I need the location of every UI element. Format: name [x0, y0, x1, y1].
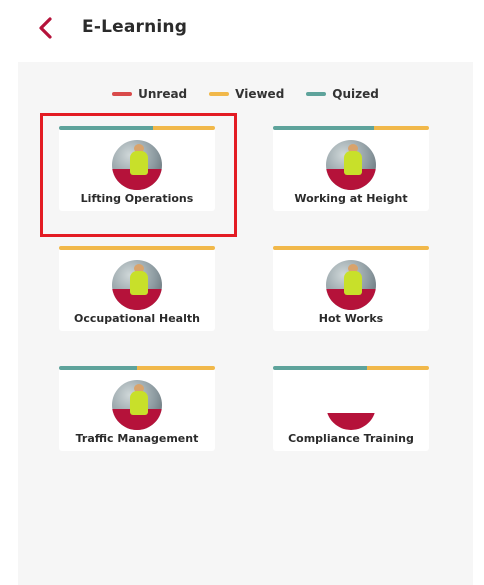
progress-segment-viewed — [59, 246, 215, 250]
status-legend: Unread Viewed Quized — [18, 84, 473, 104]
back-button[interactable] — [34, 14, 58, 42]
app-header: E-Learning — [0, 0, 484, 60]
module-thumbnail — [326, 260, 376, 310]
progress-bar — [273, 366, 429, 370]
progress-segment-quized — [273, 126, 375, 130]
progress-segment-viewed — [366, 366, 429, 370]
progress-bar — [59, 366, 215, 370]
module-title: Traffic Management — [75, 432, 199, 445]
module-card-compliance-training[interactable]: Compliance Training — [273, 366, 429, 451]
legend-item-unread: Unread — [112, 87, 187, 101]
selection-highlight — [40, 113, 237, 237]
module-thumbnail — [326, 380, 376, 430]
module-card-occupational-health[interactable]: Occupational Health — [59, 246, 215, 331]
module-thumbnail — [112, 260, 162, 310]
progress-bar — [59, 246, 215, 250]
progress-segment-viewed — [137, 366, 215, 370]
legend-label: Viewed — [235, 87, 285, 101]
progress-bar — [273, 246, 429, 250]
module-title: Hot Works — [318, 312, 384, 325]
module-card-working-at-height[interactable]: Working at Height — [273, 126, 429, 211]
legend-item-quized: Quized — [306, 87, 379, 101]
module-thumbnail — [112, 380, 162, 430]
legend-label: Unread — [138, 87, 188, 101]
legend-swatch-unread — [112, 92, 133, 96]
progress-bar — [273, 126, 429, 130]
module-title: Occupational Health — [74, 312, 200, 325]
page-title: E-Learning — [82, 17, 188, 37]
progress-segment-quized — [273, 366, 367, 370]
module-card-hot-works[interactable]: Hot Works — [273, 246, 429, 331]
legend-item-viewed: Viewed — [209, 87, 284, 101]
module-thumbnail — [326, 140, 376, 190]
progress-segment-viewed — [374, 126, 429, 130]
legend-label: Quized — [332, 87, 379, 101]
legend-swatch-viewed — [209, 92, 230, 96]
module-card-traffic-management[interactable]: Traffic Management — [59, 366, 215, 451]
module-title: Compliance Training — [288, 432, 414, 445]
legend-swatch-quized — [306, 92, 327, 96]
module-title: Working at Height — [294, 192, 408, 205]
progress-segment-viewed — [273, 246, 429, 250]
progress-segment-quized — [59, 366, 137, 370]
chevron-left-icon — [39, 17, 52, 39]
